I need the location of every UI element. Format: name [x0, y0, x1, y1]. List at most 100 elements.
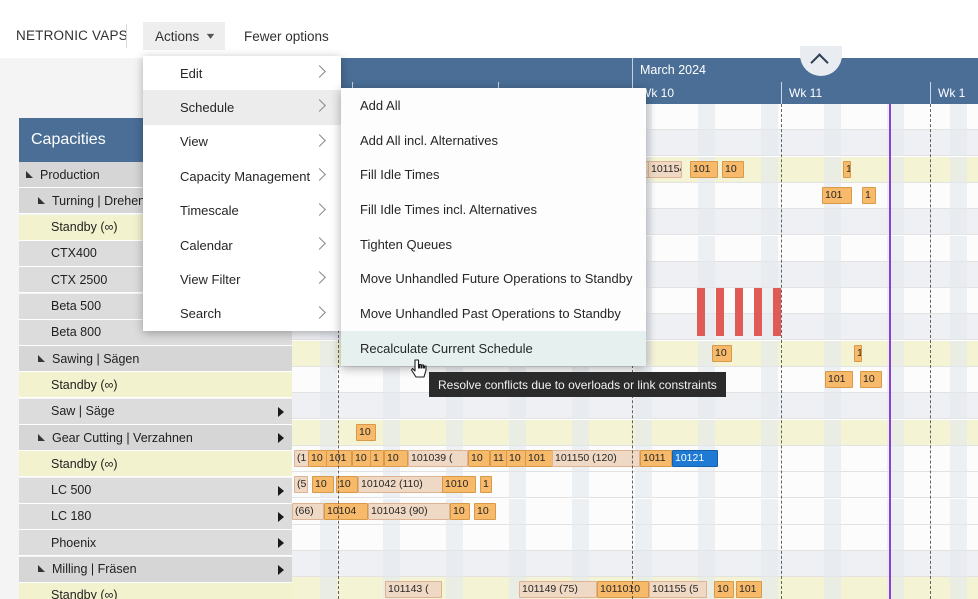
menu-item-view-filter[interactable]: View Filter: [143, 262, 341, 296]
non-working-time-shade: [698, 104, 715, 130]
expand-right-arrow-icon[interactable]: [278, 433, 284, 443]
gantt-row[interactable]: [292, 551, 978, 578]
gantt-bar[interactable]: 10: [356, 423, 376, 441]
gantt-bar[interactable]: 10: [308, 449, 328, 467]
gantt-bar[interactable]: 10: [384, 449, 408, 467]
capacity-row-milling-fr-sen[interactable]: Milling | Fräsen: [19, 556, 292, 583]
gantt-bar[interactable]: 101155 (5: [649, 581, 707, 599]
expand-right-arrow-icon[interactable]: [278, 406, 284, 417]
menu-item-timescale[interactable]: Timescale: [143, 194, 341, 228]
capacity-row-saw-s-ge[interactable]: Saw | Säge: [19, 398, 292, 425]
submenu-item-fill-idle-times[interactable]: Fill Idle Times: [341, 157, 646, 192]
gantt-bar[interactable]: 101: [690, 160, 718, 178]
gantt-bar[interactable]: (66): [292, 502, 324, 520]
gantt-bar[interactable]: 1011010: [597, 581, 649, 599]
gantt-bar[interactable]: 10: [336, 476, 358, 494]
gantt-bar[interactable]: 101154: [648, 160, 682, 178]
gantt-bar[interactable]: 10: [468, 449, 490, 467]
gantt-bar[interactable]: 101: [825, 371, 853, 388]
menu-item-search[interactable]: Search: [143, 297, 341, 331]
capacity-row-phoenix[interactable]: Phoenix: [19, 530, 292, 557]
gantt-bar[interactable]: 10: [312, 476, 334, 494]
submenu-item-move-unhandled-past-operations-to-standby[interactable]: Move Unhandled Past Operations to Standb…: [341, 296, 646, 331]
submenu-item-tighten-queues[interactable]: Tighten Queues: [341, 227, 646, 262]
gantt-bar[interactable]: 101: [326, 449, 352, 467]
expander-triangle-icon[interactable]: [37, 354, 47, 364]
actions-menu-button[interactable]: Actions ▾: [143, 22, 226, 50]
submenu-item-label: Tighten Queues: [360, 236, 453, 252]
gantt-bar[interactable]: 10104: [324, 502, 368, 520]
gantt-bar[interactable]: 1010: [442, 476, 476, 494]
gantt-bar[interactable]: 101: [736, 581, 762, 599]
expand-right-arrow-icon[interactable]: [278, 485, 284, 496]
capacity-row-standby[interactable]: Standby (∞): [19, 582, 292, 599]
gantt-bar[interactable]: (5: [294, 476, 308, 494]
expander-triangle-icon[interactable]: [25, 170, 35, 180]
non-working-time-shade: [320, 393, 337, 420]
non-working-time-shade: [824, 340, 841, 367]
gantt-bar[interactable]: 1: [480, 476, 492, 494]
submenu-item-label: Recalculate Current Schedule: [360, 340, 533, 356]
gantt-bar[interactable]: 101: [525, 449, 553, 467]
gantt-bar[interactable]: 101042 (110): [358, 476, 446, 494]
menu-item-capacity-management[interactable]: Capacity Management: [143, 159, 341, 193]
menu-item-edit[interactable]: Edit: [143, 56, 341, 90]
gantt-row[interactable]: (1 10 101 10 1 10 101039 (10 11 10 101 101150 (120…: [292, 445, 978, 472]
non-working-time-shade: [572, 419, 589, 446]
capacity-row-sawing-s-gen[interactable]: Sawing | Sägen: [19, 346, 292, 373]
gantt-row[interactable]: [292, 524, 978, 551]
expand-right-arrow-icon[interactable]: [278, 538, 284, 549]
non-working-time-shade: [950, 209, 967, 236]
gantt-bar[interactable]: 10: [714, 581, 734, 599]
gantt-bar[interactable]: 1: [862, 186, 876, 204]
non-working-time-shade: [698, 182, 715, 209]
menu-item-schedule[interactable]: Schedule: [143, 90, 341, 125]
gantt-bar[interactable]: 101149 (75): [519, 581, 597, 599]
gantt-row[interactable]: (5 10 10 101042 (110) 1010 1: [292, 472, 978, 499]
submenu-item-add-all[interactable]: Add All: [341, 88, 646, 123]
menu-item-calendar[interactable]: Calendar: [143, 228, 341, 262]
actions-dropdown-menu[interactable]: Edit Schedule View Capacity Management Times…: [143, 56, 341, 331]
non-working-time-shade: [824, 235, 841, 262]
gantt-bar[interactable]: 1: [854, 344, 862, 362]
non-working-time-shade: [761, 367, 778, 393]
gantt-bar[interactable]: 10: [474, 502, 496, 520]
non-working-time-shade: [824, 524, 841, 551]
gantt-bar[interactable]: 101043 (90): [368, 502, 450, 520]
submenu-item-recalculate-current-schedule[interactable]: Recalculate Current Schedule: [341, 330, 646, 366]
capacity-row-standby[interactable]: Standby (∞): [19, 451, 292, 478]
gantt-row[interactable]: 10: [292, 419, 978, 446]
gantt-bar[interactable]: 10: [860, 371, 882, 388]
submenu-item-add-all-incl-alternatives[interactable]: Add All incl. Alternatives: [341, 123, 646, 158]
expander-triangle-icon[interactable]: [37, 196, 47, 206]
gantt-bar[interactable]: 1: [843, 160, 851, 178]
gantt-bar[interactable]: 101039 (: [408, 449, 468, 467]
gantt-bar[interactable]: 101143 (: [385, 581, 442, 599]
capacity-row-standby[interactable]: Standby (∞): [19, 372, 292, 399]
gantt-bar[interactable]: 10: [506, 449, 526, 467]
menu-item-view[interactable]: View: [143, 125, 341, 159]
gantt-row[interactable]: 101143 ( 101149 (75) 1011010 101155 (5 10 101: [292, 577, 978, 599]
capacity-row-gear-cutting-verzahnen[interactable]: Gear Cutting | Verzahnen: [19, 425, 292, 451]
gantt-bar[interactable]: 1011: [640, 449, 672, 467]
gantt-bar[interactable]: 101150 (120): [552, 449, 640, 467]
expand-right-arrow-icon[interactable]: [278, 564, 284, 575]
expand-right-arrow-icon[interactable]: [278, 511, 284, 522]
gantt-bar[interactable]: 1: [370, 449, 384, 467]
gantt-bar[interactable]: 101: [822, 186, 852, 204]
gantt-bar[interactable]: 10: [712, 344, 732, 362]
gantt-row[interactable]: (66) 10104 101043 (90) 10 10: [292, 498, 978, 525]
submenu-item-fill-idle-times-incl-alternatives[interactable]: Fill Idle Times incl. Alternatives: [341, 192, 646, 227]
gantt-bar-selected[interactable]: 10121: [672, 449, 718, 467]
schedule-submenu[interactable]: Add All Add All incl. Alternatives Fill Id…: [341, 88, 646, 366]
expander-triangle-icon[interactable]: [37, 564, 47, 574]
gantt-bar[interactable]: 10: [722, 160, 744, 178]
fewer-options-button[interactable]: Fewer options: [232, 22, 341, 50]
capacity-row-lc-500[interactable]: LC 500: [19, 477, 292, 504]
chevron-right-icon: [313, 305, 326, 319]
submenu-item-move-unhandled-future-operations-to-standby[interactable]: Move Unhandled Future Operations to Stan…: [341, 261, 646, 296]
gantt-bar[interactable]: 10: [450, 502, 470, 520]
gantt-row[interactable]: [292, 393, 978, 420]
capacity-row-lc-180[interactable]: LC 180: [19, 503, 292, 530]
expander-triangle-icon[interactable]: [37, 433, 47, 443]
